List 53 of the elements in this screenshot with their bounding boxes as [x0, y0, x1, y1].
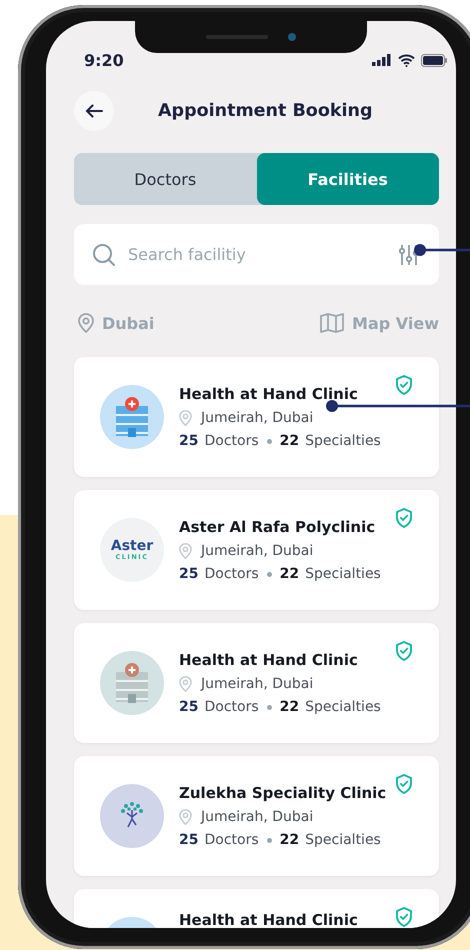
filter-icon[interactable]: [399, 244, 419, 266]
logo-wordmark: Aster: [110, 539, 154, 554]
doctor-count: 25: [179, 433, 198, 449]
specialty-count: 22: [280, 699, 300, 715]
separator-dot: [266, 704, 272, 710]
location-pin-icon: [179, 676, 192, 692]
doctors-label: Doctors: [204, 832, 259, 848]
location-pin-icon: [179, 410, 192, 426]
search-field[interactable]: Search facilitiy: [126, 244, 389, 265]
status-time: 9:20: [84, 50, 124, 70]
doctor-count: 25: [179, 566, 198, 582]
clinic-name: Health at Hand Clinic: [179, 911, 358, 928]
signal-icon: [372, 54, 392, 66]
back-arrow-icon: [85, 104, 103, 118]
clinic-location: Jumeirah, Dubai: [201, 809, 314, 825]
facility-card[interactable]: Health at Hand Clinic Jumeirah, Dubai 25 Doctors 22 Specialties: [74, 357, 439, 477]
clinic-name: Health at Hand Clinic: [179, 385, 359, 403]
specialty-count: 22: [280, 566, 300, 582]
tab[interactable]: Doctors: [74, 153, 256, 205]
separator-dot: [266, 438, 272, 444]
separator-dot: [266, 572, 272, 576]
facility-card[interactable]: Zulekha Speciality Clinic Jumeirah, Dubai 25 Doctors 22 Specialties: [74, 756, 439, 876]
clinic-location: Jumeirah, Dubai: [201, 676, 314, 692]
clinic-name: Aster Al Rafa Polyclinic: [179, 518, 376, 536]
location-pin-icon: [179, 809, 192, 825]
doctor-count: 25: [179, 832, 198, 848]
doctors-label: Doctors: [204, 699, 259, 715]
screen-title: Appointment Booking: [158, 101, 372, 121]
location-pin-icon: [179, 543, 192, 559]
separator-dot: [266, 838, 272, 842]
clinic-location: Jumeirah, Dubai: [201, 543, 314, 559]
clinic-location: Jumeirah, Dubai: [201, 410, 314, 426]
back-button[interactable]: [74, 91, 114, 131]
facility-card[interactable]: Health at Hand Clinic: [74, 889, 439, 928]
facility-card[interactable]: Health at Hand Clinic Jumeirah, Dubai 25 Doctors 22 Specialties: [74, 623, 439, 743]
doctors-label: Doctors: [204, 433, 259, 449]
doctor-count: 25: [179, 699, 198, 715]
specialty-count: 22: [280, 433, 300, 449]
specialty-count: 22: [280, 832, 300, 848]
location-pin-icon: [78, 313, 94, 333]
battery-icon: [421, 54, 447, 66]
specialties-label: Specialties: [305, 566, 381, 582]
leader-line: [414, 244, 470, 256]
specialties-label: Specialties: [305, 699, 381, 715]
wifi-icon: [398, 54, 415, 66]
specialties-label: Specialties: [305, 433, 381, 449]
clinic-name: Health at Hand Clinic: [179, 651, 359, 669]
search-icon: [92, 242, 116, 266]
clinic-name: Zulekha Speciality Clinic: [179, 784, 386, 802]
tab[interactable]: Facilities: [256, 153, 439, 205]
specialties-label: Specialties: [305, 832, 381, 848]
doctors-label: Doctors: [204, 566, 259, 582]
map-icon: [320, 313, 344, 333]
